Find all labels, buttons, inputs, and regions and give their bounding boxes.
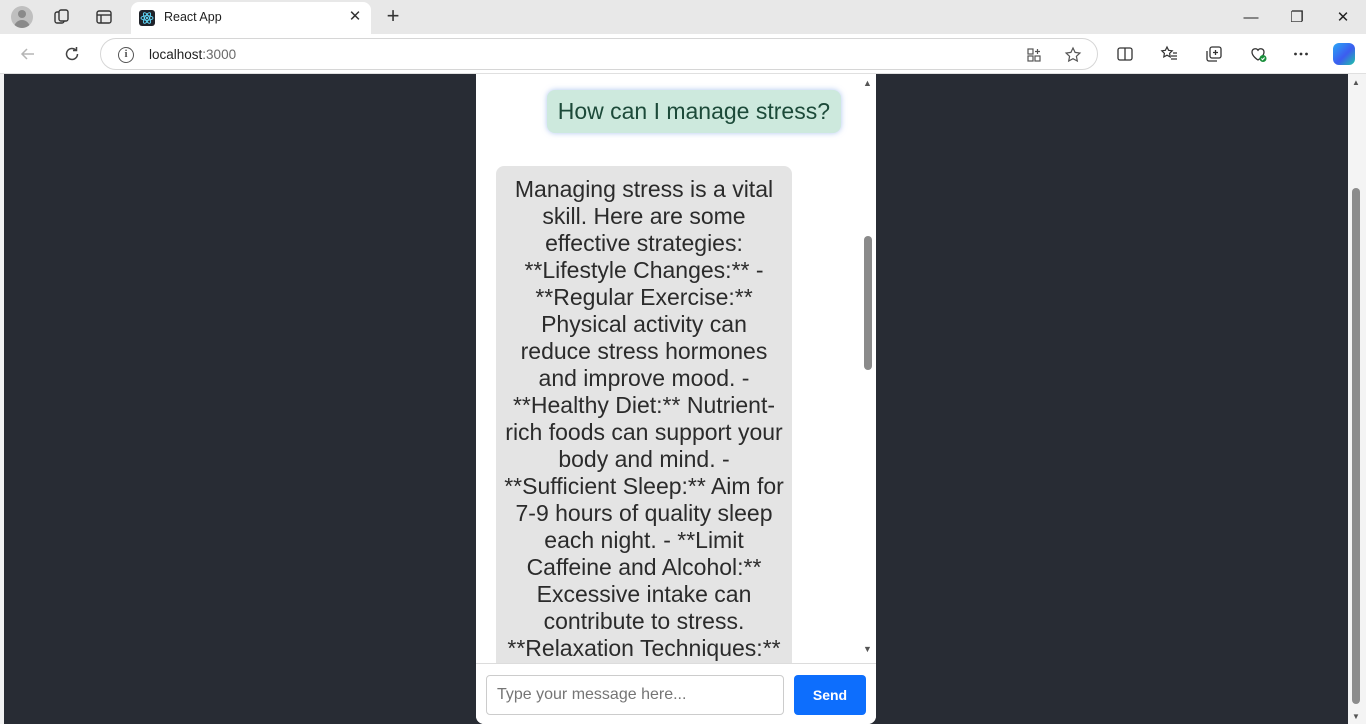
- minimize-icon[interactable]: —: [1228, 0, 1274, 34]
- browser-titlebar: React App ✕ + — ❐ ✕: [0, 0, 1366, 34]
- message-input-bar: Send: [476, 663, 876, 724]
- address-bar[interactable]: i localhost:3000: [100, 38, 1098, 70]
- new-tab-icon[interactable]: +: [382, 5, 404, 28]
- close-window-icon[interactable]: ✕: [1320, 0, 1366, 34]
- active-tab[interactable]: React App ✕: [131, 2, 371, 34]
- url-text: localhost:3000: [149, 47, 237, 62]
- more-options-icon[interactable]: [1289, 42, 1313, 66]
- tab-title: React App: [164, 10, 222, 24]
- scroll-up-arrow-icon[interactable]: ▲: [863, 78, 872, 88]
- browser-essentials-icon[interactable]: [1246, 42, 1270, 66]
- browser-toolbar: i localhost:3000: [0, 34, 1366, 74]
- message-list[interactable]: How can I manage stress? Managing stress…: [476, 74, 876, 663]
- favorite-star-icon[interactable]: [1064, 46, 1082, 64]
- split-screen-icon[interactable]: [1113, 42, 1137, 66]
- page-viewport: How can I manage stress? Managing stress…: [0, 74, 1366, 724]
- refresh-icon[interactable]: [60, 42, 84, 66]
- collections-icon[interactable]: [1202, 42, 1226, 66]
- user-message-bubble: How can I manage stress?: [546, 90, 841, 133]
- message-input[interactable]: [486, 675, 784, 715]
- page-scroll-up-icon[interactable]: ▲: [1352, 78, 1360, 87]
- page-scrollbar[interactable]: ▲ ▼: [1348, 74, 1366, 724]
- bot-message-bubble: Managing stress is a vital skill. Here a…: [496, 166, 792, 663]
- restore-icon[interactable]: ❐: [1274, 0, 1320, 34]
- close-tab-icon[interactable]: ✕: [347, 9, 363, 25]
- page-scroll-thumb[interactable]: [1352, 188, 1360, 704]
- page-scroll-down-icon[interactable]: ▼: [1352, 712, 1360, 721]
- copilot-icon[interactable]: [1333, 43, 1355, 65]
- chat-container: How can I manage stress? Managing stress…: [476, 74, 876, 724]
- profile-icon[interactable]: [11, 6, 33, 28]
- site-info-icon[interactable]: i: [118, 47, 134, 63]
- vertical-tabs-icon[interactable]: [93, 6, 115, 28]
- message-list-scroll-thumb[interactable]: [864, 236, 872, 370]
- message-list-scrollbar[interactable]: ▲ ▼: [860, 74, 876, 663]
- react-logo-icon: [139, 10, 155, 26]
- app-available-icon[interactable]: [1025, 46, 1043, 64]
- favorites-icon[interactable]: [1157, 42, 1181, 66]
- send-button[interactable]: Send: [794, 675, 866, 715]
- workspaces-icon[interactable]: [51, 6, 73, 28]
- scroll-down-arrow-icon[interactable]: ▼: [863, 644, 872, 654]
- back-icon[interactable]: [16, 42, 40, 66]
